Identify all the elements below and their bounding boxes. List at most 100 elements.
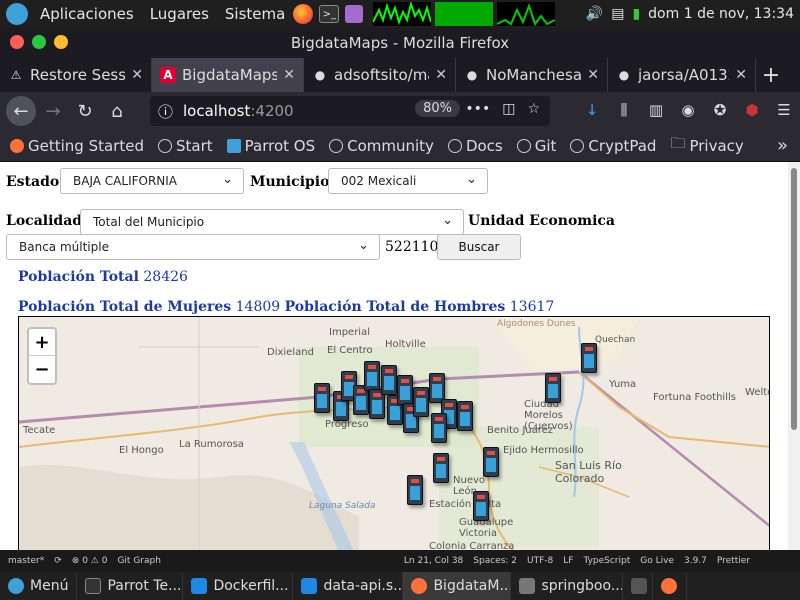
bank-marker[interactable] <box>545 373 561 403</box>
home-button[interactable]: ⌂ <box>102 96 132 126</box>
line-ending[interactable]: LF <box>563 556 573 566</box>
back-button[interactable]: ← <box>6 96 36 126</box>
scrollbar-thumb[interactable] <box>791 168 797 430</box>
taskbar-terminal[interactable]: Parrot Te... <box>77 572 184 600</box>
prettier[interactable]: Prettier <box>717 556 750 566</box>
git-branch[interactable]: master* <box>8 556 44 566</box>
language-mode[interactable]: TypeScript <box>583 556 630 566</box>
bookmark-cryptpad[interactable]: CryptPad <box>570 137 656 155</box>
bank-marker[interactable] <box>397 375 413 405</box>
bank-marker[interactable] <box>364 361 380 391</box>
map-view[interactable]: + − Imperial El Centro Holtville Dixiela… <box>18 316 770 550</box>
network-graph <box>497 2 556 26</box>
bank-marker[interactable] <box>413 387 429 417</box>
sync-icon[interactable]: ⟳ <box>54 556 62 566</box>
problems-count[interactable]: ⊗ 0 ⚠ 0 <box>72 556 108 566</box>
extension-icon[interactable]: ✪ <box>708 96 732 124</box>
zoom-out-button[interactable]: − <box>29 356 55 383</box>
go-live[interactable]: Go Live <box>640 556 674 566</box>
taskbar-workspace-icon[interactable] <box>623 572 654 600</box>
encoding[interactable]: UTF-8 <box>527 556 553 566</box>
tab-restore-session[interactable]: ⚠ Restore Session ✕ <box>0 58 152 92</box>
menu-sistema[interactable]: Sistema <box>217 5 293 23</box>
bookmark-docs[interactable]: Docs <box>447 137 503 155</box>
taskbar-firefox[interactable]: BigdataM... <box>403 572 512 600</box>
firefox-launcher-icon[interactable] <box>293 4 314 24</box>
tab-github-3[interactable]: ● jaorsa/A01329 ✕ <box>608 58 756 92</box>
page-scrollbar[interactable] <box>788 162 800 550</box>
zoom-level[interactable]: 80% <box>415 100 460 117</box>
taskbar-firefox-icon[interactable] <box>653 572 688 600</box>
new-tab-button[interactable]: + <box>756 58 786 92</box>
bookmark-star-icon[interactable]: ☆ <box>527 101 540 117</box>
maximize-window-button[interactable] <box>32 35 46 49</box>
menu-aplicaciones[interactable]: Aplicaciones <box>32 5 142 23</box>
bookmark-parrot-os[interactable]: Parrot OS <box>226 137 315 155</box>
map-place-label: Guadalupe Victoria <box>459 517 514 539</box>
more-actions-icon[interactable]: ••• <box>465 101 490 117</box>
zoom-in-button[interactable]: + <box>29 329 55 356</box>
bank-marker[interactable] <box>473 491 489 521</box>
bank-marker[interactable] <box>431 413 447 443</box>
close-tab-icon[interactable]: ✕ <box>735 67 747 83</box>
close-tab-icon[interactable]: ✕ <box>283 67 295 83</box>
taskbar-vscode-dockerfile[interactable]: Dockerfil... <box>183 572 294 600</box>
bank-marker[interactable] <box>483 447 499 477</box>
close-tab-icon[interactable]: ✕ <box>435 67 447 83</box>
pocket-icon[interactable]: ◫ <box>502 101 515 117</box>
github-icon: ● <box>466 68 478 82</box>
bank-marker[interactable] <box>581 343 597 373</box>
version[interactable]: 3.9.7 <box>684 556 707 566</box>
municipio-select[interactable]: 002 Mexicali ⌄ <box>328 168 488 194</box>
bank-marker[interactable] <box>407 475 423 505</box>
indentation[interactable]: Spaces: 2 <box>473 556 517 566</box>
unidad-economica-select[interactable]: Banca múltiple ⌄ <box>6 234 380 260</box>
close-tab-icon[interactable]: ✕ <box>131 67 143 83</box>
terminal-launcher-icon[interactable]: >_ <box>319 5 340 23</box>
tab-github-1[interactable]: ● adsoftsito/map ✕ <box>304 58 456 92</box>
bookmark-community[interactable]: Community <box>329 137 434 155</box>
buscar-button[interactable]: Buscar <box>437 234 521 260</box>
bookmark-git[interactable]: Git <box>516 137 556 155</box>
bank-marker[interactable] <box>433 453 449 483</box>
ublock-icon[interactable]: ⬢ <box>740 96 764 124</box>
close-window-button[interactable] <box>10 35 24 49</box>
localidad-select[interactable]: Total del Municipio ⌄ <box>80 209 464 235</box>
minimize-window-button[interactable] <box>54 35 68 49</box>
bookmarks-bar: Getting Started Start Parrot OS Communit… <box>0 130 800 162</box>
parrot-logo-icon[interactable] <box>6 3 28 25</box>
git-graph[interactable]: Git Graph <box>117 556 160 566</box>
library-icon[interactable]: ⫼ <box>612 96 636 124</box>
cursor-position[interactable]: Ln 21, Col 38 <box>404 556 463 566</box>
clock[interactable]: dom 1 de nov, 13:34 <box>648 6 794 22</box>
reload-button[interactable]: ↻ <box>70 96 100 126</box>
notes-launcher-icon[interactable] <box>345 5 364 23</box>
page-info-icon[interactable]: ⓘ <box>158 101 173 122</box>
taskbar-vscode-data-api[interactable]: data-api.s... <box>293 572 404 600</box>
url-bar[interactable]: ⓘ localhost:4200 80% ••• ◫ ☆ <box>150 96 550 126</box>
bank-marker[interactable] <box>381 365 397 395</box>
account-icon[interactable]: ◉ <box>676 96 700 124</box>
menu-lugares[interactable]: Lugares <box>142 5 217 23</box>
taskbar-menu[interactable]: Menú <box>0 572 78 600</box>
bookmark-start[interactable]: Start <box>157 137 213 155</box>
tab-bigdatamaps[interactable]: A BigdataMaps ✕ <box>152 58 304 92</box>
battery-icon[interactable]: ▮ <box>632 6 640 22</box>
bookmark-privacy[interactable]: 🗀 Privacy <box>670 133 743 158</box>
map-place-label: El Hongo <box>119 445 164 456</box>
tab-github-2[interactable]: ● NoManchesares ✕ <box>456 58 608 92</box>
url-host: localhost <box>183 102 251 120</box>
menu-hamburger-icon[interactable]: ☰ <box>772 96 796 124</box>
estado-select[interactable]: BAJA CALIFORNIA ⌄ <box>60 168 244 194</box>
bank-marker[interactable] <box>314 383 330 413</box>
volume-icon[interactable]: 🔊 <box>586 6 603 22</box>
close-tab-icon[interactable]: ✕ <box>587 67 599 83</box>
sidebar-icon[interactable]: ▥ <box>644 96 668 124</box>
clipboard-icon[interactable]: ▤ <box>611 6 624 22</box>
bank-marker[interactable] <box>457 401 473 431</box>
downloads-icon[interactable]: ↓ <box>580 96 604 124</box>
bookmark-getting-started[interactable]: Getting Started <box>10 137 144 155</box>
bookmarks-overflow-icon[interactable]: » <box>777 135 788 156</box>
taskbar-folder[interactable]: springboo... <box>511 572 624 600</box>
forward-button[interactable]: → <box>38 96 68 126</box>
